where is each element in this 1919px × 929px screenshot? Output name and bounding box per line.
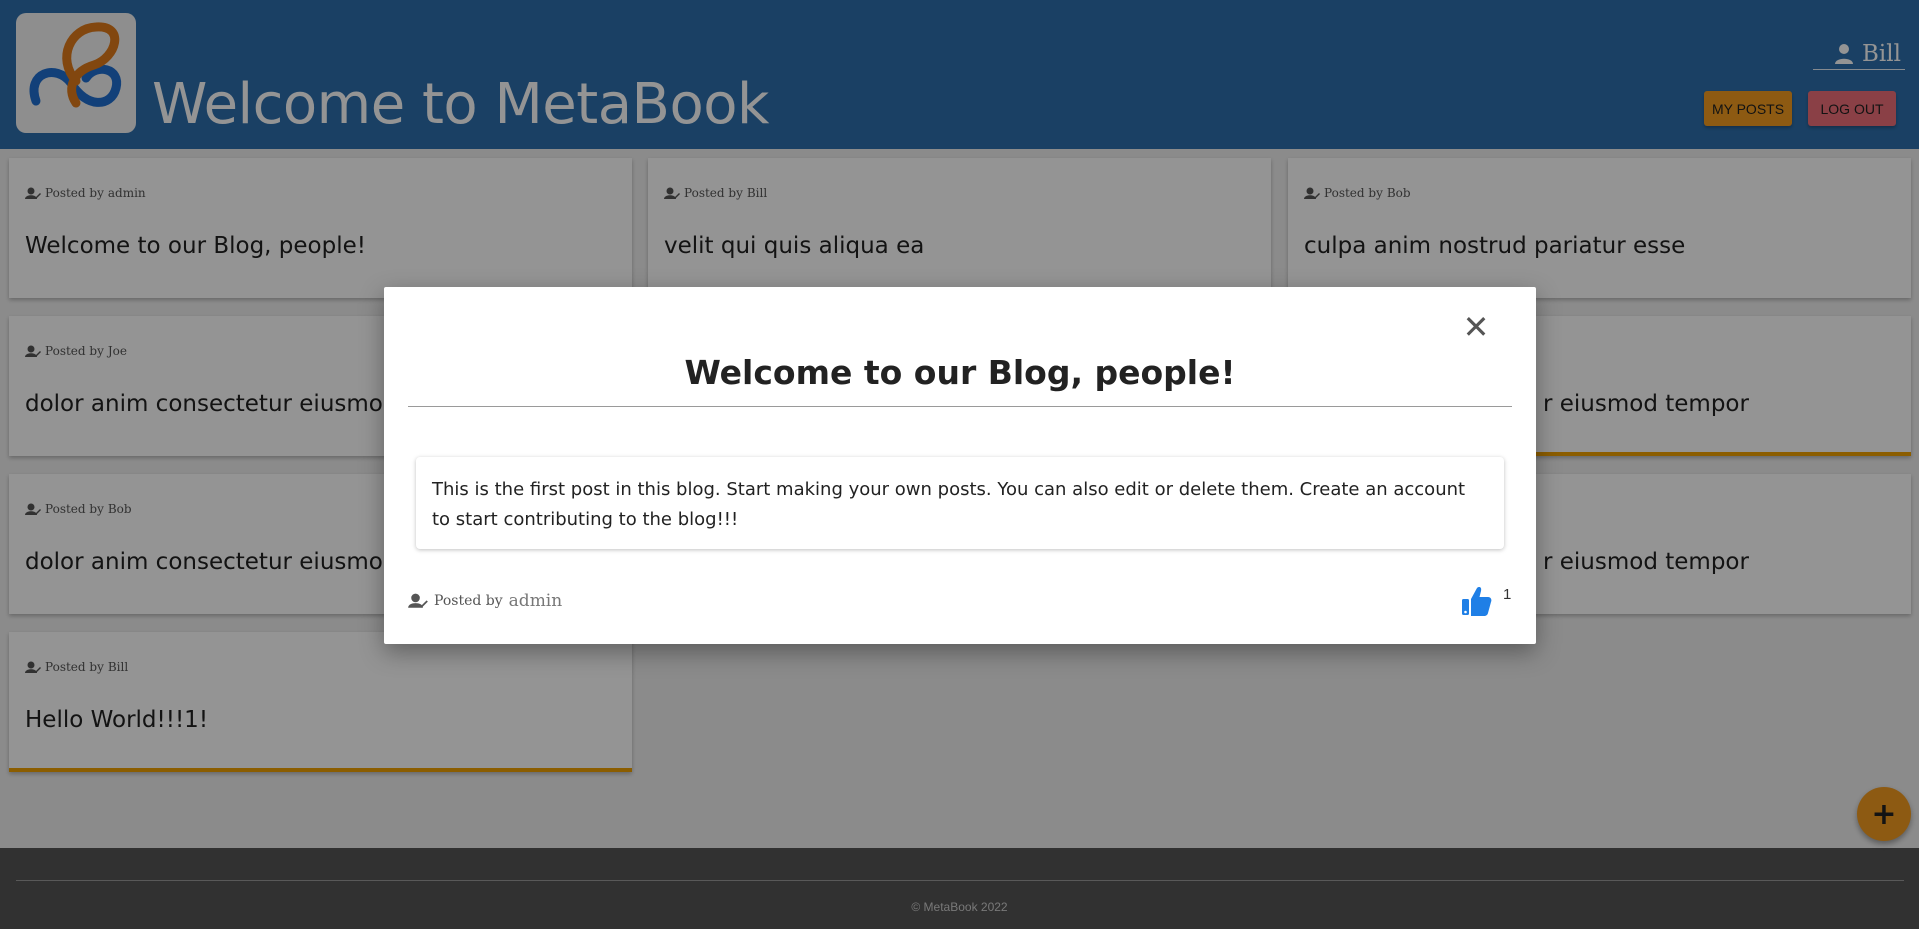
like-count: 1 xyxy=(1503,586,1512,603)
thumbs-up-icon xyxy=(1462,587,1492,616)
user-edit-icon xyxy=(408,593,428,608)
post-detail-modal: ✕ Welcome to our Blog, people! This is t… xyxy=(384,287,1536,644)
modal-title: Welcome to our Blog, people! xyxy=(684,353,1236,392)
close-icon: ✕ xyxy=(1462,308,1490,346)
modal-post-body: This is the first post in this blog. Sta… xyxy=(416,457,1504,549)
modal-post-author: Posted by admin xyxy=(408,591,562,611)
close-modal-button[interactable]: ✕ xyxy=(1458,309,1494,345)
like-button[interactable] xyxy=(1459,584,1493,618)
like-section: 1 xyxy=(1459,584,1511,618)
modal-divider xyxy=(408,406,1512,407)
